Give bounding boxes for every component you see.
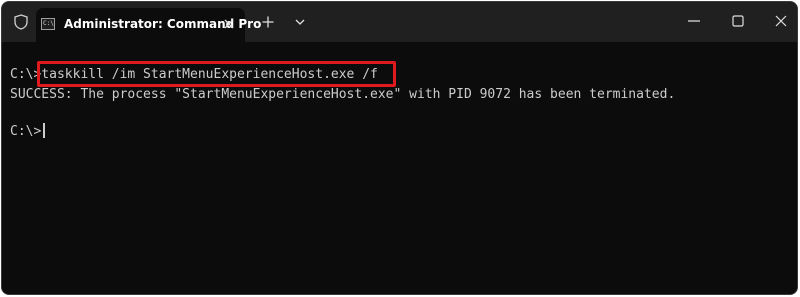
close-icon [775, 15, 787, 27]
close-window-button[interactable] [773, 13, 789, 29]
close-icon[interactable] [221, 16, 237, 32]
new-tab-button[interactable] [260, 14, 276, 30]
chevron-down-icon [295, 19, 305, 25]
plus-icon [262, 16, 274, 28]
title-bar[interactable]: C:\ Administrator: Command Pro [2, 2, 797, 42]
prompt-text: C:\> [10, 124, 42, 139]
tab-dropdown-button[interactable] [293, 15, 307, 29]
output-line: SUCCESS: The process "StartMenuExperienc… [10, 87, 676, 102]
command-highlight-box [37, 61, 396, 87]
terminal-window: C:\ Administrator: Command Pro C:\>taskk… [1, 1, 798, 295]
prompt-line[interactable]: C:\> [10, 123, 46, 140]
tab-command-prompt[interactable]: C:\ Administrator: Command Pro [36, 8, 261, 42]
shield-icon [12, 13, 30, 31]
minimize-button[interactable] [686, 13, 702, 29]
maximize-button[interactable] [730, 13, 746, 29]
command-prompt-icon: C:\ [41, 18, 55, 30]
minimize-icon [688, 20, 700, 22]
maximize-icon [732, 15, 744, 27]
text-cursor [43, 123, 46, 138]
